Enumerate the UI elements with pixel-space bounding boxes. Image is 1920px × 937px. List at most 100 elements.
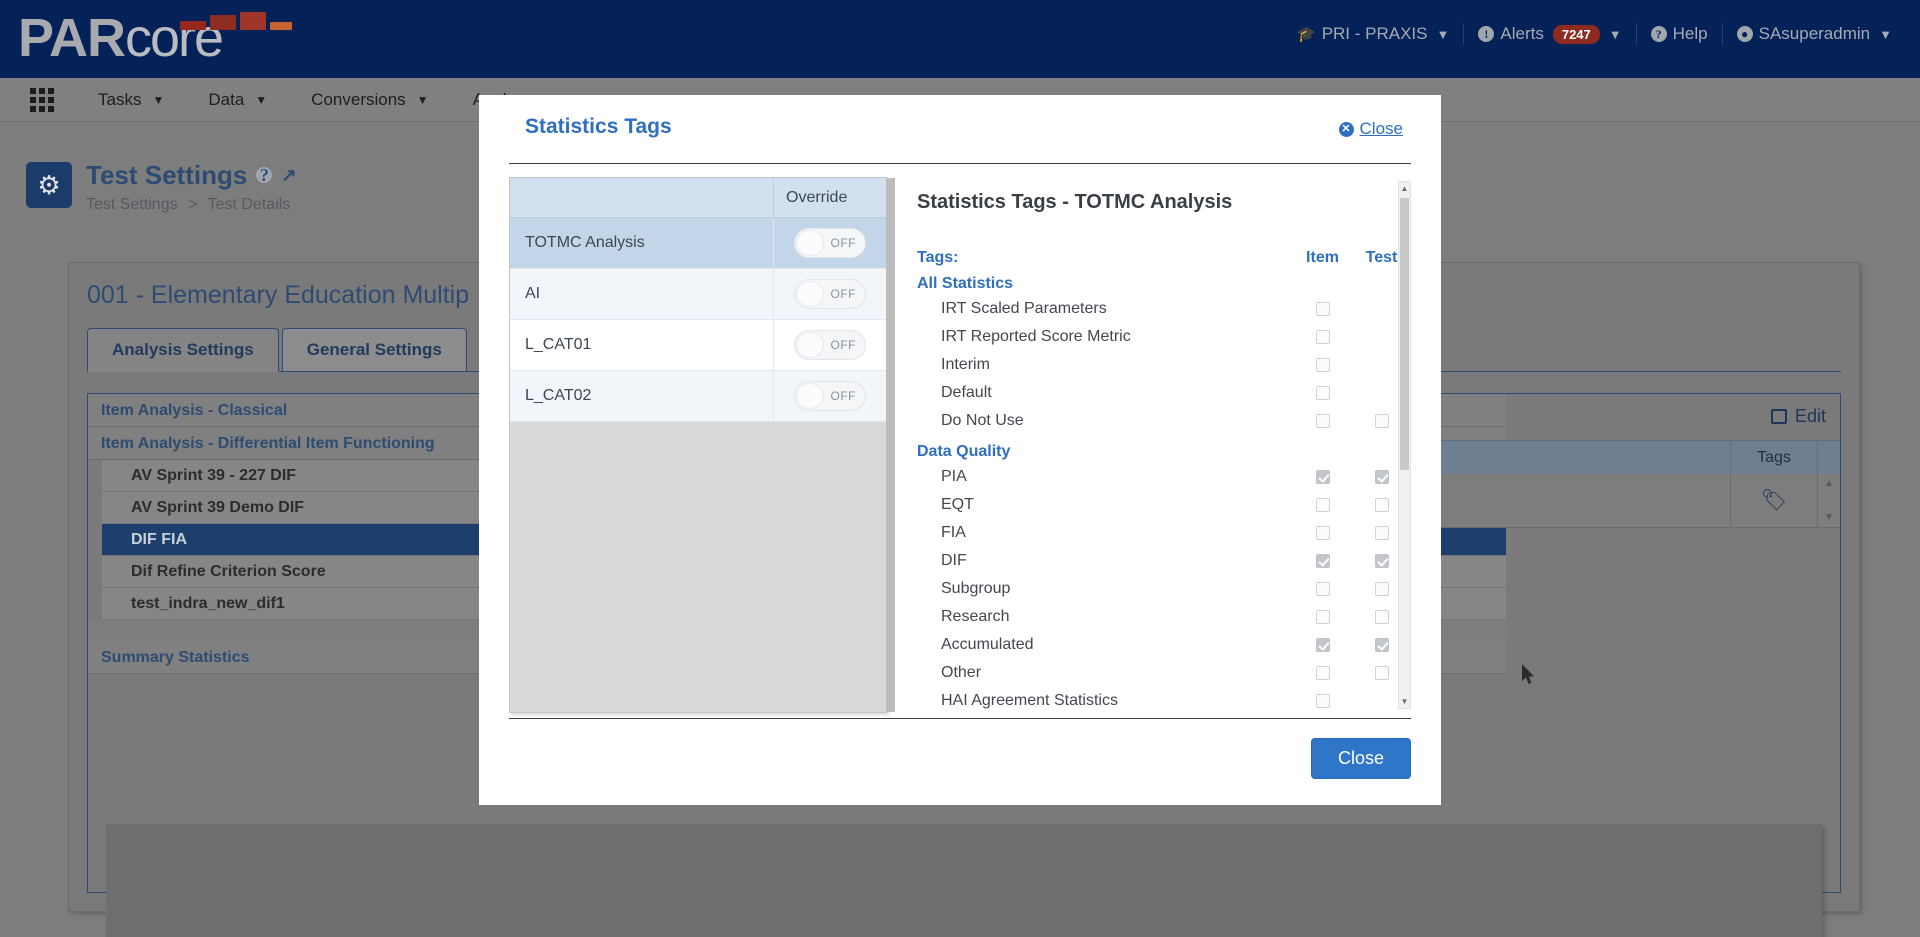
triangle-down-icon[interactable]: ▼ — [1399, 695, 1410, 708]
tag-label: DIF — [941, 552, 967, 569]
table-header-scroll-col — [1818, 441, 1840, 474]
test-checkbox-accumulated[interactable] — [1374, 638, 1389, 652]
nav-item-label: Conversions — [311, 89, 406, 109]
tag-label: Default — [941, 384, 992, 401]
alerts-label: Alerts — [1500, 24, 1544, 43]
tag-row-irt-reported-score-metric: IRT Reported Score Metric — [917, 323, 1411, 351]
tags-label: Tags: — [917, 249, 959, 266]
override-toggle-l-cat02[interactable]: OFF — [794, 381, 866, 411]
item-checkbox-irt-scaled-parameters[interactable] — [1315, 302, 1330, 316]
table-scrollbar[interactable]: ▲ ▼ — [1818, 474, 1840, 527]
context-selector[interactable]: 🎓 PRI - PRAXIS ▼ — [1283, 24, 1463, 44]
toggle-state-label: OFF — [830, 236, 856, 250]
test-checkbox-dif[interactable] — [1374, 554, 1389, 568]
test-checkbox-do-not-use[interactable] — [1374, 414, 1389, 428]
item-checkbox-subgroup[interactable] — [1315, 582, 1330, 596]
tag-icon[interactable]: 🏷 — [1731, 474, 1818, 527]
statistics-tags-modal: Statistics Tags ✕ Close Override TOTMC A… — [479, 95, 1441, 805]
user-circle-icon: ● — [1736, 26, 1753, 42]
tag-row-subgroup: Subgroup — [917, 575, 1411, 603]
scrollbar-thumb[interactable] — [1400, 198, 1409, 470]
tag-group-data-quality: Data Quality — [917, 443, 1011, 460]
tag-group-all-statistics: All Statistics — [917, 275, 1014, 292]
parcore-logo[interactable]: PARcore — [18, 6, 318, 70]
tag-label: Research — [941, 608, 1010, 625]
breadcrumb-parent[interactable]: Test Settings — [86, 196, 178, 213]
toggle-state-label: OFF — [830, 389, 856, 403]
test-checkbox-eqt[interactable] — [1374, 498, 1389, 512]
gear-icon: ⚙ — [26, 162, 72, 208]
item-checkbox-eqt[interactable] — [1315, 498, 1330, 512]
tag-row-irt-scaled-parameters: IRT Scaled Parameters — [917, 295, 1411, 323]
analysis-list-row-l-cat02[interactable]: L_CAT02 OFF — [510, 371, 886, 422]
item-checkbox-irt-reported-score-metric[interactable] — [1315, 330, 1330, 344]
item-checkbox-hai-agreement-statistics[interactable] — [1315, 694, 1330, 708]
item-checkbox-default[interactable] — [1315, 386, 1330, 400]
analysis-list-row-totmc-analysis[interactable]: TOTMC Analysis OFF — [510, 218, 886, 269]
analysis-name: TOTMC Analysis — [510, 218, 774, 268]
test-checkbox-pia[interactable] — [1374, 470, 1389, 484]
triangle-up-icon[interactable]: ▲ — [1824, 478, 1834, 489]
tab-analysis-settings[interactable]: Analysis Settings — [87, 328, 279, 372]
item-checkbox-research[interactable] — [1315, 610, 1330, 624]
tag-label: Interim — [941, 356, 990, 373]
tag-label: Other — [941, 664, 982, 681]
edit-button[interactable]: Edit — [1770, 406, 1826, 427]
question-circle-icon[interactable]: ? — [256, 165, 273, 185]
item-checkbox-interim[interactable] — [1315, 358, 1330, 372]
nav-item-conversions[interactable]: Conversions ▼ — [311, 90, 428, 110]
item-checkbox-pia[interactable] — [1315, 470, 1330, 484]
chevron-down-icon: ▼ — [152, 92, 165, 107]
alerts-menu[interactable]: ! Alerts 7247 ▼ — [1464, 24, 1635, 44]
external-link-icon[interactable]: ↗ — [281, 162, 296, 188]
modal-close-link[interactable]: ✕ Close — [1338, 119, 1403, 139]
toggle-state-label: OFF — [830, 338, 856, 352]
nav-item-tasks[interactable]: Tasks ▼ — [98, 90, 164, 110]
tag-row-research: Research — [917, 603, 1411, 631]
tag-row-interim: Interim — [917, 351, 1411, 379]
tag-row-do-not-use: Do Not Use — [917, 407, 1411, 435]
tag-row-default: Default — [917, 379, 1411, 407]
analysis-list-row-ai[interactable]: AI OFF — [510, 269, 886, 320]
item-checkbox-do-not-use[interactable] — [1315, 414, 1330, 428]
tag-label: IRT Scaled Parameters — [941, 300, 1107, 317]
test-checkbox-fia[interactable] — [1374, 526, 1389, 540]
tag-row-hai-agreement-statistics: HAI Agreement Statistics — [917, 687, 1411, 713]
test-checkbox-subgroup[interactable] — [1374, 582, 1389, 596]
tab-general-settings[interactable]: General Settings — [281, 328, 467, 371]
analysis-name: AI — [510, 269, 774, 319]
user-menu[interactable]: ● SAsuperadmin ▼ — [1723, 24, 1906, 44]
override-toggle-l-cat01[interactable]: OFF — [794, 330, 866, 360]
test-checkbox-other[interactable] — [1374, 666, 1389, 680]
tag-label: FIA — [941, 524, 966, 541]
tag-row-dif: DIF — [917, 547, 1411, 575]
help-link[interactable]: ? Help — [1637, 24, 1722, 44]
analysis-list-name-header — [510, 178, 774, 217]
item-checkbox-other[interactable] — [1315, 666, 1330, 680]
item-checkbox-dif[interactable] — [1315, 554, 1330, 568]
override-toggle-totmc-analysis[interactable]: OFF — [794, 228, 866, 258]
screen-root: PARcore 🎓 PRI - PRAXIS ▼ ! Alerts 7247 ▼… — [0, 0, 1920, 937]
chevron-down-icon: ▼ — [1879, 26, 1892, 42]
modal-footer-divider — [509, 718, 1411, 719]
test-checkbox-research[interactable] — [1374, 610, 1389, 624]
modal-close-button[interactable]: Close — [1310, 738, 1411, 779]
header-actions: 🎓 PRI - PRAXIS ▼ ! Alerts 7247 ▼ ? Help … — [1283, 23, 1906, 45]
triangle-up-icon[interactable]: ▲ — [1399, 182, 1410, 195]
tag-row-other: Other — [917, 659, 1411, 687]
tag-label: Subgroup — [941, 580, 1011, 597]
grid-apps-icon[interactable] — [30, 87, 54, 112]
item-checkbox-accumulated[interactable] — [1315, 638, 1330, 652]
chevron-down-icon: ▼ — [416, 92, 429, 107]
graduation-cap-icon: 🎓 — [1297, 26, 1316, 43]
triangle-down-icon[interactable]: ▼ — [1824, 512, 1834, 523]
override-toggle-ai[interactable]: OFF — [794, 279, 866, 309]
nav-item-data[interactable]: Data ▼ — [208, 90, 267, 110]
analysis-list-row-l-cat01[interactable]: L_CAT01 OFF — [510, 320, 886, 371]
tags-detail-scrollbar[interactable]: ▲ ▼ — [1398, 181, 1411, 709]
user-label: SAsuperadmin — [1758, 24, 1871, 43]
tag-row-fia: FIA — [917, 519, 1411, 547]
item-checkbox-fia[interactable] — [1315, 526, 1330, 540]
tag-label: Accumulated — [941, 636, 1034, 653]
question-circle-icon: ? — [1650, 26, 1667, 42]
